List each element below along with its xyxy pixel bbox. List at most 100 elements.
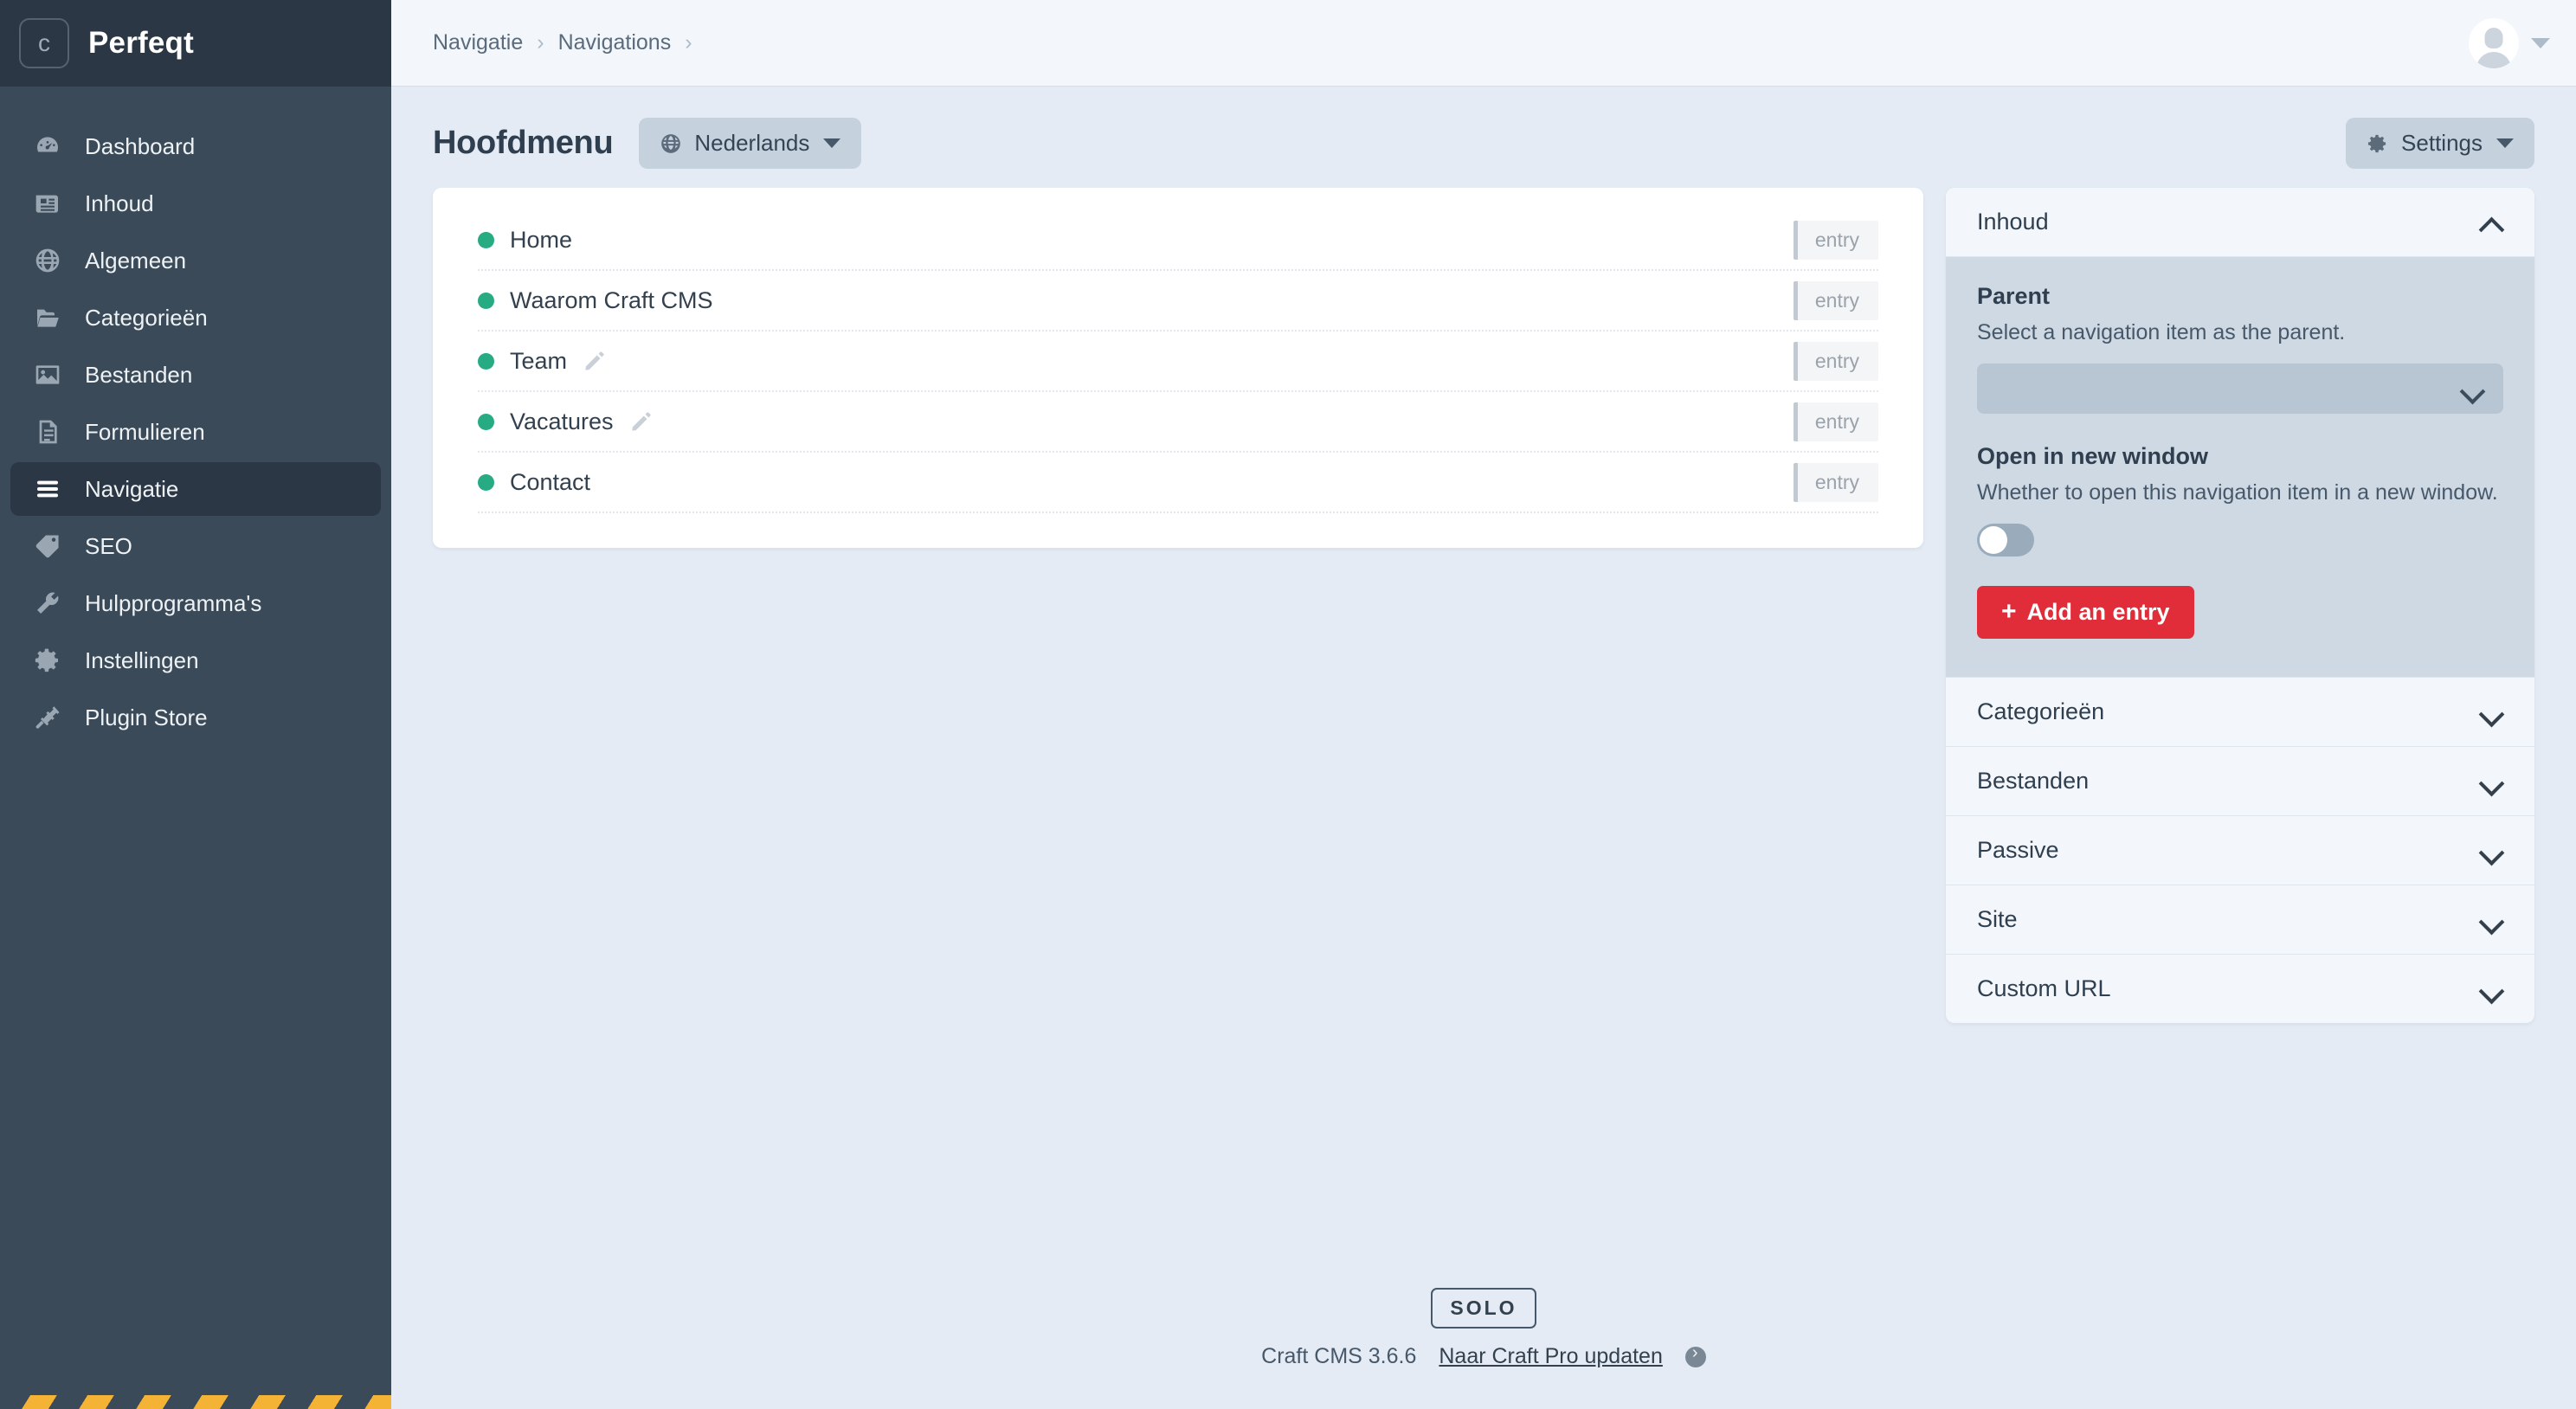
add-an-entry-button[interactable]: + Add an entry (1977, 585, 2194, 639)
settings-label: Settings (2401, 130, 2483, 156)
chevron-down-icon (2496, 138, 2514, 148)
panel-section-custom-url[interactable]: Custom URL (1946, 953, 2534, 1023)
field-label: Parent (1977, 283, 2051, 309)
navigation-items-card: Home entry Waarom Craft CMS entry Team e… (433, 188, 1923, 548)
image-icon (33, 360, 62, 389)
sidebar-item-navigatie[interactable]: Navigatie (10, 462, 381, 516)
footer: SOLO Craft CMS 3.6.6 Naar Craft Pro upda… (391, 1288, 2576, 1409)
brand-header[interactable]: c Perfeqt (0, 0, 391, 87)
sidebar-item-formulieren[interactable]: Formulieren (10, 405, 381, 459)
nav-item-label: Waarom Craft CMS (510, 286, 713, 313)
language-selector[interactable]: Nederlands (639, 118, 862, 169)
upgrade-link[interactable]: Naar Craft Pro updaten (1439, 1344, 1662, 1369)
sidebar-item-plugin-store[interactable]: Plugin Store (10, 691, 381, 744)
sidebar-item-inhoud[interactable]: Inhoud (10, 177, 381, 230)
field-label: Open in new window (1977, 442, 2208, 469)
main-region: Navigatie › Navigations › Hoofdmenu Nede… (391, 0, 2576, 1409)
version-label: Craft CMS 3.6.6 (1261, 1344, 1417, 1368)
panel-section-inhoud-header[interactable]: Inhoud (1946, 188, 2534, 257)
sidebar-item-label: Bestanden (85, 361, 193, 388)
sidebar-item-algemeen[interactable]: Algemeen (10, 234, 381, 287)
edition-badge: SOLO (1431, 1288, 1536, 1329)
nav-item-label: Contact (510, 468, 591, 495)
panel-section-title: Passive (1977, 836, 2059, 863)
chevron-down-icon (2483, 775, 2503, 787)
status-dot-icon (478, 413, 494, 430)
sidebar-item-instellingen[interactable]: Instellingen (10, 634, 381, 687)
panel-section-title: Site (1977, 905, 2018, 932)
edit-pencil-icon[interactable] (629, 410, 653, 434)
field-parent: Parent Select a navigation item as the p… (1977, 283, 2503, 414)
sidebar: c Perfeqt Dashboard Inhoud Algemeen Cate… (0, 0, 391, 1409)
account-menu[interactable] (2469, 17, 2550, 68)
parent-select[interactable] (1977, 363, 2503, 414)
globe-icon (661, 133, 681, 153)
field-description: Select a navigation item as the parent. (1977, 320, 2346, 344)
nav-item-label: Home (510, 226, 573, 253)
panel-section-site[interactable]: Site (1946, 884, 2534, 954)
chevron-right-icon: › (537, 30, 544, 55)
table-row[interactable]: Home entry (478, 210, 1878, 271)
type-badge: entry (1793, 220, 1878, 260)
field-description: Whether to open this navigation item in … (1977, 479, 2498, 505)
edit-pencil-icon[interactable] (583, 350, 606, 373)
chevron-right-icon: › (685, 30, 692, 55)
plus-icon: + (2001, 597, 2017, 626)
new-window-toggle[interactable] (1977, 523, 2034, 557)
brand-badge: c (19, 18, 69, 68)
panel-section-title: Bestanden (1977, 767, 2090, 794)
content-area: Home entry Waarom Craft CMS entry Team e… (391, 188, 2576, 1023)
type-badge: entry (1793, 280, 1878, 320)
content-icon (33, 189, 62, 218)
table-row[interactable]: Waarom Craft CMS entry (478, 271, 1878, 331)
page-title: Hoofdmenu (433, 125, 614, 161)
status-dot-icon (478, 352, 494, 370)
panel-section-title: Inhoud (1977, 209, 2049, 235)
page-header: Hoofdmenu Nederlands Settings (391, 87, 2576, 188)
dev-mode-stripe (0, 1395, 391, 1409)
table-row[interactable]: Vacatures entry (478, 392, 1878, 453)
panel-section-title: Categorieën (1977, 698, 2105, 724)
sidebar-item-categorieen[interactable]: Categorieën (10, 291, 381, 344)
breadcrumb-item-navigations[interactable]: Navigations (558, 30, 672, 55)
sidebar-item-label: SEO (85, 532, 132, 559)
chevron-down-icon (2483, 705, 2503, 717)
panel-section-inhoud-body: Parent Select a navigation item as the p… (1946, 257, 2534, 677)
sidebar-panel: Inhoud Parent Select a navigation item a… (1946, 188, 2534, 1023)
panel-section-categorieen[interactable]: Categorieën (1946, 676, 2534, 746)
settings-button[interactable]: Settings (2346, 118, 2534, 169)
hamburger-icon (33, 474, 62, 504)
sidebar-item-hulpprogrammas[interactable]: Hulpprogramma's (10, 576, 381, 630)
sidebar-item-dashboard[interactable]: Dashboard (10, 119, 381, 173)
sidebar-item-label: Inhoud (85, 190, 154, 216)
status-dot-icon (478, 231, 494, 248)
sidebar-item-label: Algemeen (85, 247, 187, 273)
breadcrumb-item-navigatie[interactable]: Navigatie (433, 30, 523, 55)
sidebar-item-label: Dashboard (85, 132, 196, 159)
chevron-down-icon (2483, 844, 2503, 856)
sidebar-item-label: Hulpprogramma's (85, 589, 262, 616)
avatar (2469, 17, 2519, 68)
gear-icon (33, 646, 62, 675)
panel-section-bestanden[interactable]: Bestanden (1946, 745, 2534, 815)
chevron-down-icon (823, 138, 841, 148)
tag-icon (33, 531, 62, 561)
table-row[interactable]: Contact entry (478, 453, 1878, 513)
folder-icon (33, 303, 62, 332)
chevron-up-icon (2483, 216, 2503, 228)
brand-name: Perfeqt (88, 26, 194, 60)
gear-icon (2367, 134, 2386, 152)
sidebar-item-label: Plugin Store (85, 704, 208, 730)
panel-section-passive[interactable]: Passive (1946, 814, 2534, 885)
table-row[interactable]: Team entry (478, 331, 1878, 392)
type-badge: entry (1793, 402, 1878, 441)
nav-item-label: Team (510, 347, 568, 374)
plug-icon (33, 703, 62, 732)
topbar: Navigatie › Navigations › (391, 0, 2576, 87)
sidebar-nav: Dashboard Inhoud Algemeen Categorieën Be… (0, 87, 391, 744)
sidebar-item-bestanden[interactable]: Bestanden (10, 348, 381, 402)
chevron-down-icon (2483, 913, 2503, 925)
breadcrumb: Navigatie › Navigations › (433, 30, 692, 55)
sidebar-item-seo[interactable]: SEO (10, 519, 381, 573)
field-open-in-new-window: Open in new window Whether to open this … (1977, 443, 2503, 557)
